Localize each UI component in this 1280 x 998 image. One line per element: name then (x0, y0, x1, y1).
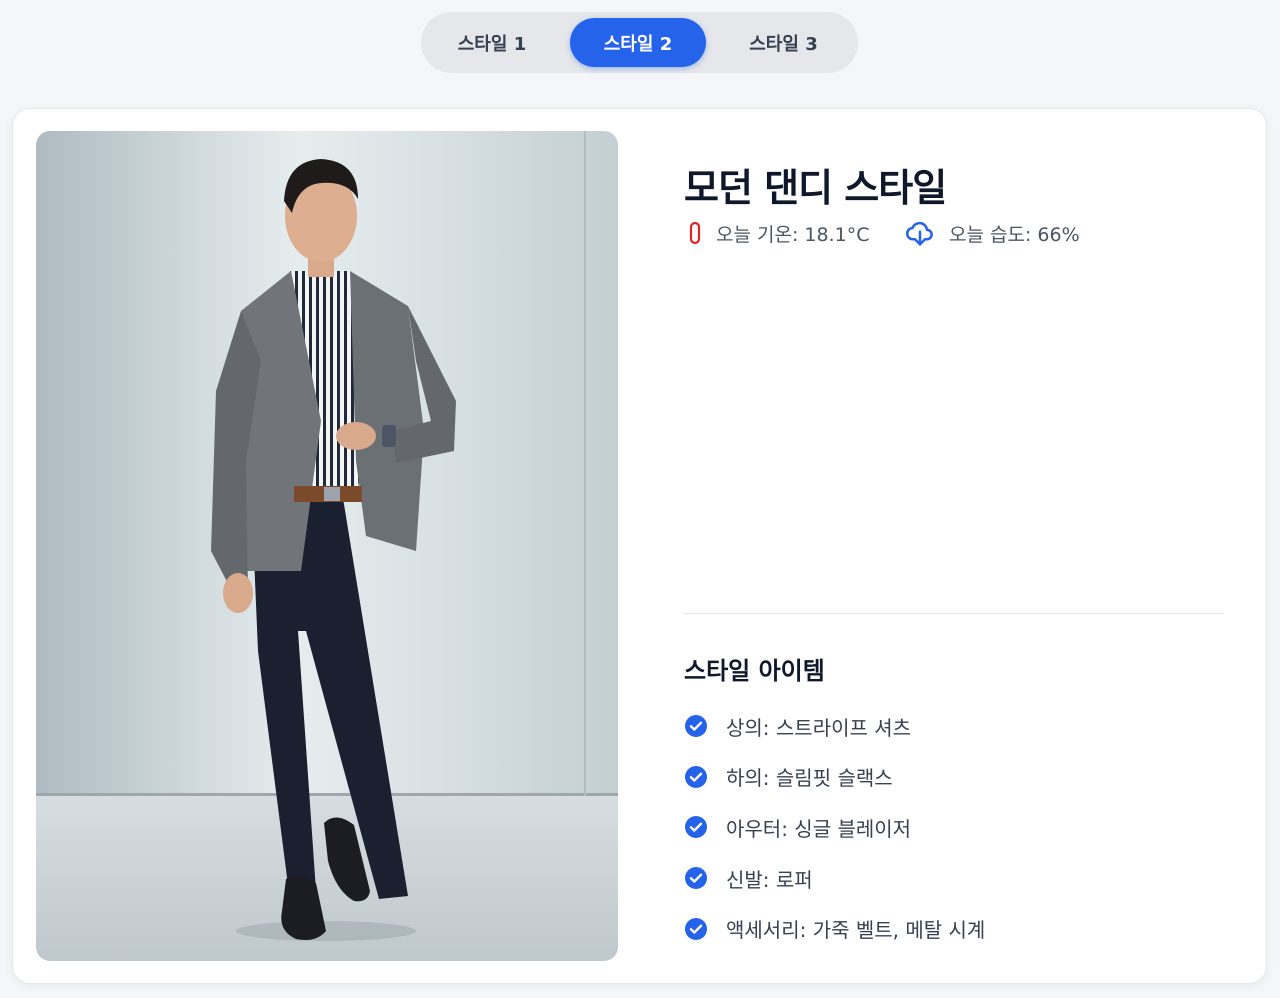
cloud-download-icon (905, 221, 933, 246)
check-circle-icon (685, 867, 707, 890)
list-item: 하의: 슬림핏 슬랙스 (684, 752, 1224, 803)
items-section-title: 스타일 아이템 (684, 657, 825, 685)
humidity-info: 오늘 습도: 66% (905, 217, 1080, 249)
style-card: 모던 댄디 스타일 오늘 기온: 18.1°C 오늘 습도: 66% 스타일 아… (12, 108, 1267, 984)
list-item: 상의: 스트라이프 셔츠 (684, 701, 1224, 752)
check-circle-icon (685, 917, 707, 940)
tab-style-2[interactable]: 스타일 2 (570, 18, 706, 67)
check-circle-icon (685, 715, 707, 738)
item-text: 하의: 슬림핏 슬랙스 (726, 766, 893, 791)
item-text: 상의: 스트라이프 셔츠 (726, 715, 912, 740)
list-item: 아우터: 싱글 블레이저 (684, 802, 1224, 853)
thermometer-icon (689, 221, 701, 245)
temperature-info: 오늘 기온: 18.1°C (688, 217, 869, 249)
tab-style-1[interactable]: 스타일 1 (427, 18, 557, 67)
style-tabs: 스타일 1 스타일 2 스타일 3 (421, 12, 858, 73)
check-circle-icon (685, 765, 707, 788)
list-item: 액세서리: 가죽 벨트, 메탈 시계 (684, 903, 1224, 954)
item-text: 액세서리: 가죽 벨트, 메탈 시계 (726, 918, 986, 943)
section-divider (684, 613, 1223, 614)
item-text: 신발: 로퍼 (726, 867, 813, 892)
check-circle-icon (685, 816, 707, 839)
weather-info: 오늘 기온: 18.1°C 오늘 습도: 66% (688, 217, 1248, 249)
humidity-text: 오늘 습도: 66% (949, 223, 1080, 246)
tab-style-3[interactable]: 스타일 3 (715, 18, 852, 67)
list-item: 신발: 로퍼 (684, 853, 1224, 904)
outfit-photo (36, 131, 618, 961)
style-item-list: 상의: 스트라이프 셔츠 하의: 슬림핏 슬랙스 아우터: 싱글 블레이저 신발… (684, 701, 1224, 954)
item-text: 아우터: 싱글 블레이저 (726, 816, 912, 841)
temperature-text: 오늘 기온: 18.1°C (716, 223, 870, 246)
style-title: 모던 댄디 스타일 (684, 166, 947, 210)
